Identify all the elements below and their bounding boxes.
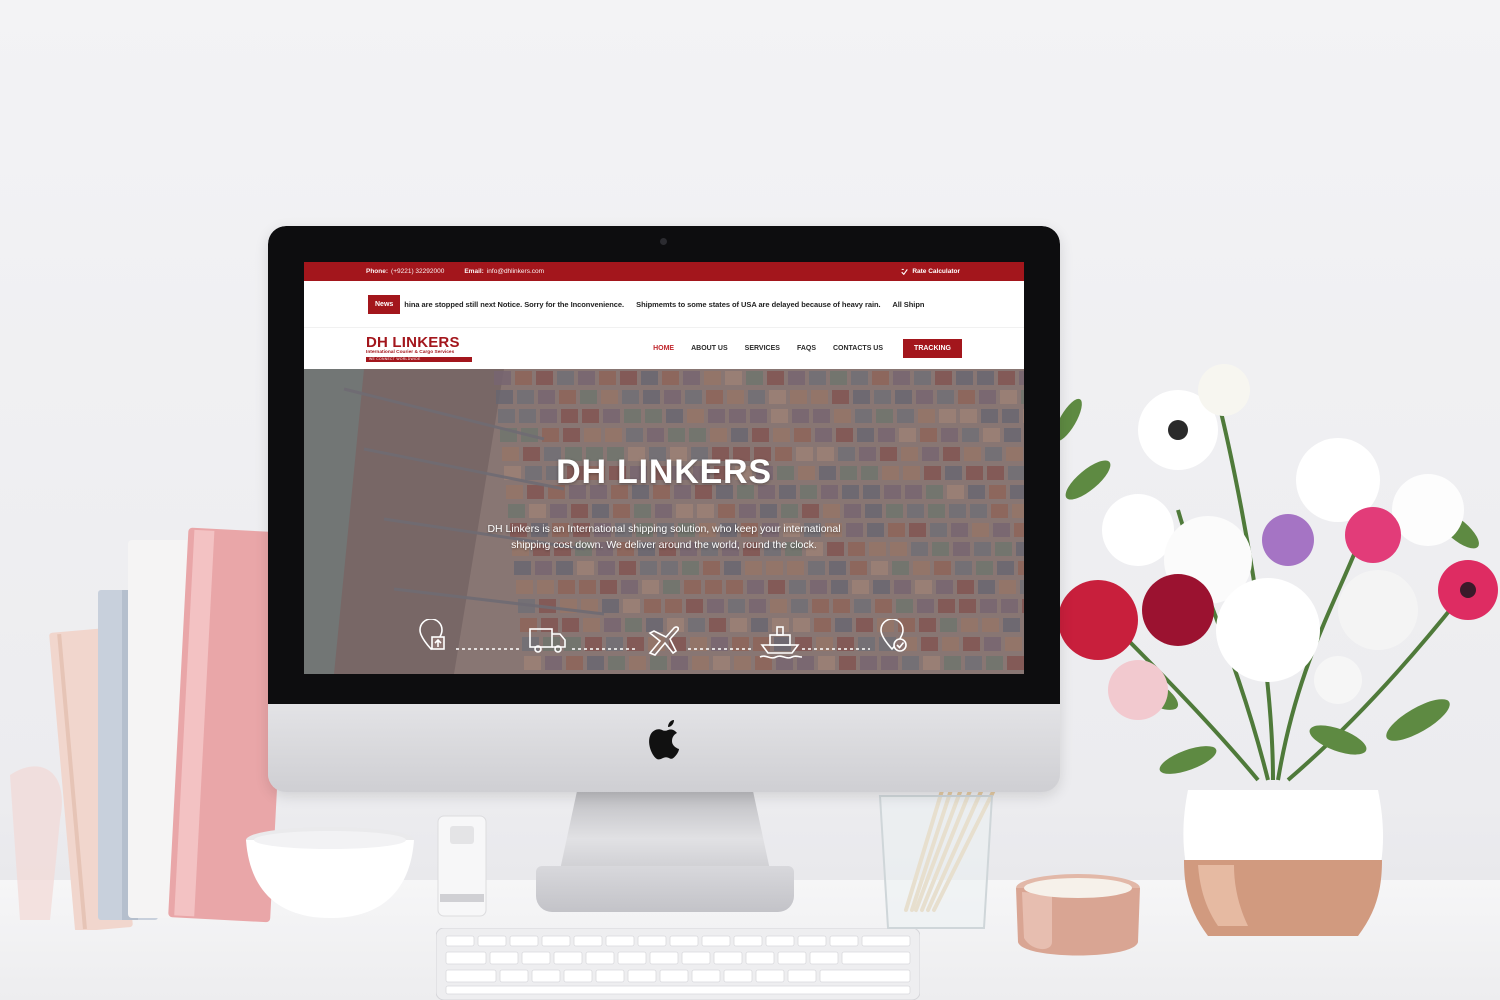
nav-item-about-us[interactable]: ABOUT US [691, 345, 728, 352]
ship-icon [759, 626, 803, 659]
top-contact-bar: Phone: (+9221) 32292000 Email: info@dhlink… [304, 262, 1024, 281]
main-navbar: DH LINKERS International Courier & Cargo… [304, 327, 1024, 369]
email-value: info@dhlinkers.com [486, 268, 545, 275]
desk-scene: Phone: (+9221) 32292000 Email: info@dhlink… [0, 0, 1500, 1000]
monitor-chin [268, 704, 1060, 792]
monitor-base [536, 866, 794, 912]
truck-icon [529, 628, 566, 653]
news-item: hina are stopped still next Notice. Sorr… [404, 299, 625, 309]
phone-contact[interactable]: Phone: (+9221) 32292000 [366, 268, 444, 275]
news-label: News [368, 294, 401, 314]
email-label: Email: [464, 268, 484, 275]
nav-item-services[interactable]: SERVICES [745, 345, 780, 352]
keyboard [436, 928, 920, 1000]
hero-title: DH LINKERS [556, 453, 772, 491]
apple-logo-icon [649, 720, 679, 760]
logo-subtitle: International Courier & Cargo Services [366, 349, 455, 355]
news-item: Shipmemts to some states of USA are dela… [636, 299, 881, 309]
screen-bezel: Phone: (+9221) 32292000 Email: info@dhlink… [268, 226, 1060, 704]
camera-icon [660, 238, 667, 245]
phone-value: (+9221) 32292000 [391, 268, 445, 275]
stapler [437, 815, 487, 917]
bowl [246, 827, 414, 918]
website-screen: Phone: (+9221) 32292000 Email: info@dhlink… [304, 262, 1024, 674]
nav-item-faqs[interactable]: FAQS [797, 345, 816, 352]
dh-linkers-logo[interactable]: DH LINKERS International Courier & Cargo… [366, 333, 472, 362]
logo-tagline: WE CONNECT WORLDWIDE [366, 356, 472, 362]
imac-monitor: Phone: (+9221) 32292000 Email: info@dhlink… [268, 226, 1060, 792]
phone-label: Phone: [366, 268, 389, 275]
news-item: All Shipn [892, 299, 925, 309]
nav-menu: HOME ABOUT US SERVICES FAQS CONTACTS US … [653, 339, 962, 358]
hero-banner: DH LINKERS DH Linkers is an Internationa… [304, 369, 1024, 674]
rate-calculator-link[interactable]: Rate Calculator [901, 268, 960, 275]
location-check-icon [880, 619, 907, 652]
shipping-steps [419, 619, 907, 659]
calculator-icon [901, 268, 909, 275]
monitor-stand [560, 792, 770, 870]
rate-calculator-label: Rate Calculator [912, 268, 960, 275]
flower-vase [1054, 364, 1498, 936]
nav-item-home[interactable]: HOME [653, 345, 674, 352]
hero-description: DH Linkers is an International shipping … [487, 523, 841, 551]
news-ticker[interactable]: hina are stopped still next Notice. Sorr… [404, 300, 990, 309]
nav-item-contacts-us[interactable]: CONTACTS US [833, 345, 883, 352]
news-bar: News hina are stopped still next Notice.… [304, 281, 1024, 327]
logo-title: DH LINKERS [366, 333, 460, 351]
location-upload-icon [419, 619, 445, 651]
airplane-icon [648, 626, 679, 656]
email-contact[interactable]: Email: info@dhlinkers.com [464, 268, 544, 275]
tracking-button[interactable]: TRACKING [903, 339, 962, 358]
